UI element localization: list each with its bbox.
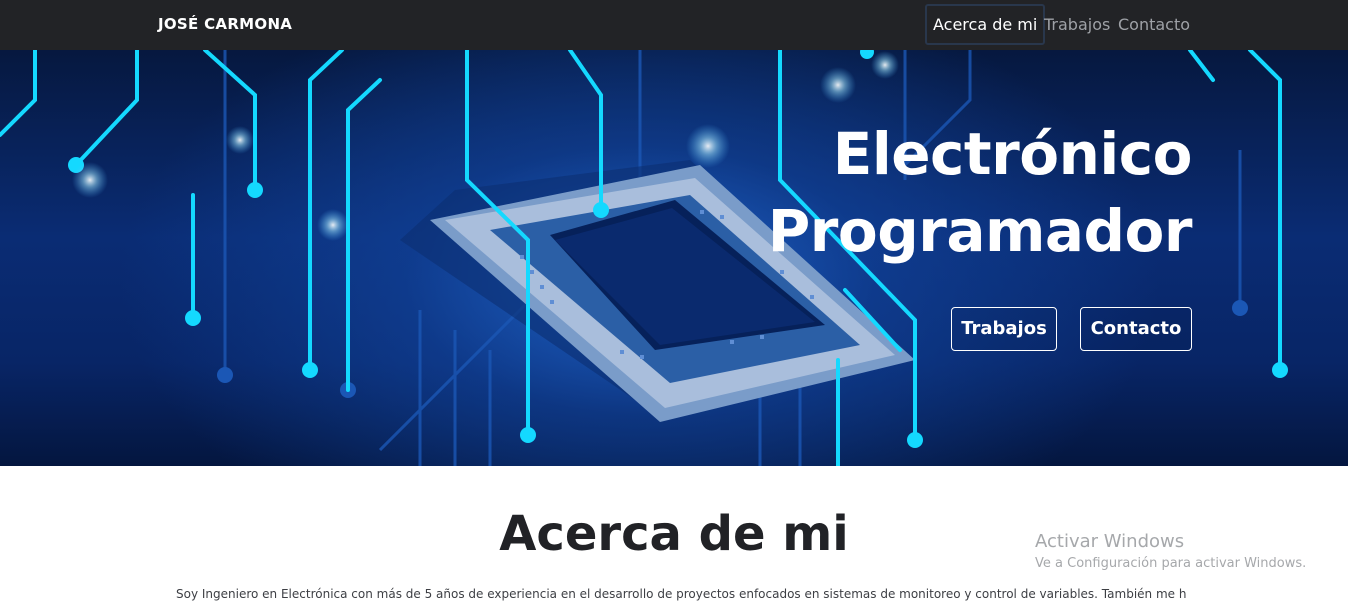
hero-section: Electrónico Programador Trabajos Contact…	[0, 50, 1348, 466]
about-paragraph: Soy Ingeniero en Electrónica con más de …	[176, 587, 1186, 601]
nav-link-acerca-de-mi[interactable]: Acerca de mi	[925, 4, 1046, 45]
nav-link-contacto[interactable]: Contacto	[1118, 15, 1190, 34]
nav-link-trabajos[interactable]: Trabajos	[1044, 15, 1110, 34]
windows-activation-subtitle: Ve a Configuración para activar Windows.	[1035, 556, 1307, 571]
hero-title-line-2: Programador	[767, 197, 1193, 265]
contacto-button[interactable]: Contacto	[1080, 307, 1192, 351]
windows-activation-title: Activar Windows	[1035, 531, 1185, 552]
hero-title-line-1: Electrónico	[832, 120, 1193, 188]
trabajos-button[interactable]: Trabajos	[951, 307, 1057, 351]
navbar: JOSÉ CARMONA Acerca de mi Trabajos Conta…	[0, 0, 1348, 50]
brand-logo[interactable]: JOSÉ CARMONA	[158, 15, 292, 33]
